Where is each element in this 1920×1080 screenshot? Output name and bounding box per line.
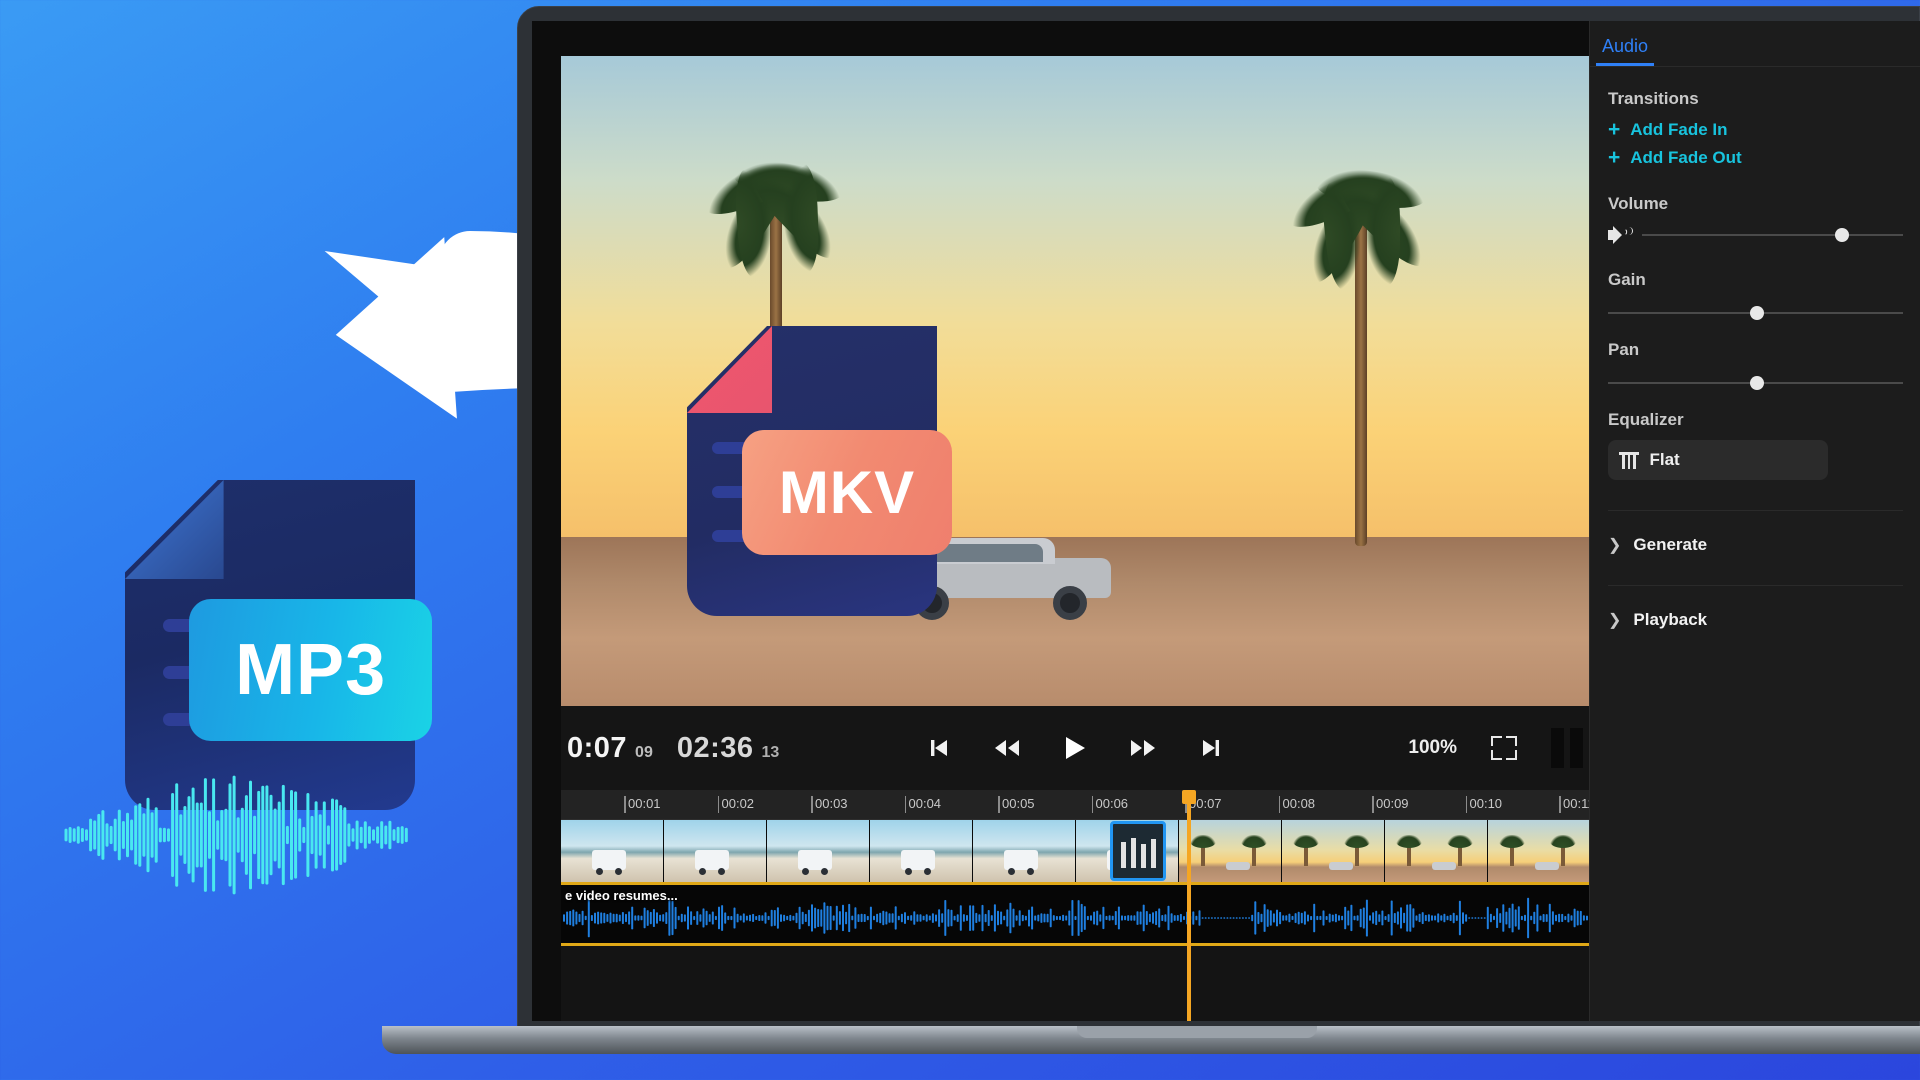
equalizer-preset-button[interactable]: Flat (1608, 440, 1828, 480)
file-fold (125, 480, 224, 579)
pan-slider[interactable] (1608, 376, 1903, 390)
ruler-tick-label: 00:04 (908, 796, 942, 811)
ruler-tick-label: 00:10 (1469, 796, 1503, 811)
timeline[interactable]: 00:01 00:02 00:03 00:04 00:05 00:06 00:07 00:08… (561, 790, 1694, 1021)
player-controls-bar: 0:07 09 02:36 13 100% (561, 706, 1589, 790)
transitions-label: Transitions (1608, 89, 1699, 108)
clip-bottom-border (561, 943, 1589, 946)
ruler-tick-label: 00:08 (1282, 796, 1316, 811)
chevron-right-icon: ❯ (1608, 537, 1622, 554)
inspector-content: Transitions + Add Fade In + Add Fade Out… (1590, 67, 1920, 630)
add-fade-in-label: Add Fade In (1630, 119, 1728, 139)
selected-clip[interactable] (1110, 821, 1166, 881)
equalizer-label: Equalizer (1608, 410, 1684, 429)
equalizer-group: Equalizer Flat (1608, 410, 1903, 480)
zoom-level[interactable]: 100% (1408, 737, 1457, 759)
volume-slider-row[interactable] (1608, 226, 1903, 244)
volume-group: Volume (1608, 194, 1903, 244)
palm-tree (1261, 159, 1461, 546)
timecode-display[interactable]: 0:07 09 02:36 13 (561, 732, 779, 765)
pan-label: Pan (1608, 340, 1640, 359)
ruler-tick-label: 00:01 (628, 796, 661, 811)
track-thumbnail[interactable] (1179, 820, 1282, 882)
inspector-panel: Audio Transitions + Add Fade In + Add Fa… (1589, 21, 1920, 1021)
video-editor-app: MKV 0:07 09 02:36 13 100% 00:01 00:02 00… (532, 21, 1920, 1021)
ruler-tick-label: 00:03 (815, 796, 848, 811)
mkv-file-icon: MKV (687, 326, 952, 616)
volume-label: Volume (1608, 194, 1669, 213)
gain-label: Gain (1608, 270, 1646, 289)
total-frames: 13 (761, 743, 780, 761)
current-frames: 09 (635, 743, 653, 761)
ruler-tick-label: 00:06 (1095, 796, 1129, 811)
split-view-icon[interactable] (1551, 728, 1583, 768)
gain-group: Gain (1608, 270, 1903, 320)
play-button[interactable] (1060, 733, 1090, 763)
section-generate[interactable]: ❯ Generate (1608, 510, 1903, 555)
plus-icon: + (1608, 146, 1621, 169)
track-thumbnail[interactable] (664, 820, 767, 882)
mp3-badge: MP3 (188, 598, 433, 741)
section-generate-label: Generate (1633, 535, 1708, 554)
plus-icon: + (1608, 118, 1621, 141)
total-time: 02:36 (676, 731, 754, 764)
video-track[interactable] (561, 820, 1694, 882)
mkv-badge: MKV (742, 430, 952, 556)
current-time: 0:07 (567, 731, 628, 764)
equalizer-preset-value: Flat (1649, 450, 1680, 469)
tab-audio[interactable]: Audio (1596, 36, 1655, 66)
pan-group: Pan (1608, 340, 1903, 390)
skip-to-end-button[interactable] (1196, 733, 1226, 763)
video-preview[interactable]: MKV (561, 56, 1589, 706)
playhead[interactable] (1182, 790, 1196, 1021)
audio-waveform (563, 897, 1588, 939)
track-thumbnail[interactable] (1488, 820, 1591, 882)
rewind-button[interactable] (992, 733, 1022, 763)
speaker-icon[interactable] (1608, 226, 1633, 244)
audio-waveform (64, 775, 408, 895)
laptop-screen-bezel: MKV 0:07 09 02:36 13 100% 00:01 00:02 00… (517, 6, 1920, 1028)
track-thumbnail[interactable] (1385, 820, 1488, 882)
laptop-base-notch (1077, 1026, 1317, 1038)
transport-controls (924, 733, 1226, 763)
timeline-ruler[interactable]: 00:01 00:02 00:03 00:04 00:05 00:06 00:07 00:08… (561, 790, 1595, 820)
section-playback[interactable]: ❯ Playback (1608, 585, 1903, 630)
volume-slider[interactable] (1642, 228, 1903, 242)
fast-forward-button[interactable] (1128, 733, 1158, 763)
audio-clip-label: e video resumes... (565, 888, 678, 903)
track-thumbnail[interactable] (870, 820, 973, 882)
add-fade-out-button[interactable]: + Add Fade Out (1608, 147, 1903, 168)
add-fade-out-label: Add Fade Out (1630, 147, 1742, 167)
ruler-tick-label: 00:05 (1002, 796, 1035, 811)
skip-to-start-button[interactable] (924, 733, 954, 763)
playhead-handle[interactable] (1182, 790, 1196, 804)
track-thumbnail[interactable] (561, 820, 664, 882)
laptop-mockup: MKV 0:07 09 02:36 13 100% 00:01 00:02 00… (382, 0, 1920, 1080)
gain-slider[interactable] (1608, 306, 1903, 320)
ruler-tick-label: 00:02 (721, 796, 755, 811)
mp3-file-icon: MP3 (125, 480, 433, 810)
track-thumbnail[interactable] (767, 820, 870, 882)
chevron-right-icon: ❯ (1608, 612, 1622, 629)
inspector-tabs: Audio (1590, 21, 1920, 67)
section-playback-label: Playback (1633, 610, 1708, 629)
track-thumbnail[interactable] (1282, 820, 1385, 882)
track-thumbnail[interactable] (973, 820, 1076, 882)
audio-track[interactable]: e video resumes... (561, 885, 1589, 943)
fullscreen-icon[interactable] (1491, 736, 1517, 760)
ruler-tick-label: 00:09 (1376, 796, 1409, 811)
preview-view-controls: 100% (1408, 728, 1583, 768)
add-fade-in-button[interactable]: + Add Fade In (1608, 119, 1903, 140)
equalizer-icon (1619, 451, 1638, 469)
editor-main-area: MKV 0:07 09 02:36 13 100% 00:01 00:02 00… (532, 21, 1694, 1021)
